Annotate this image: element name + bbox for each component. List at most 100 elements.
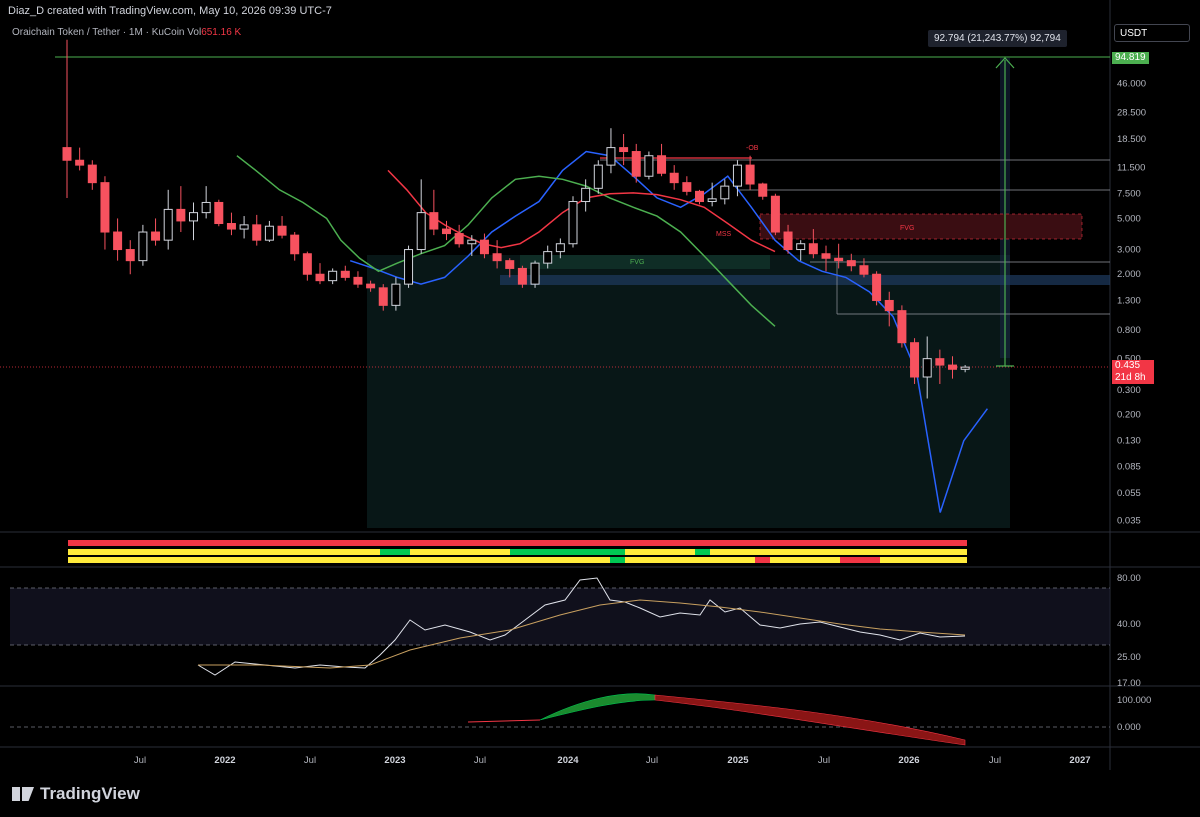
price-axis-label: 1.300: [1117, 295, 1141, 306]
price-axis-label: 0.035: [1117, 516, 1141, 527]
status-bar-segment: [625, 549, 695, 555]
candle-body: [176, 208, 186, 222]
candle-body: [404, 249, 414, 285]
candle: [872, 271, 882, 306]
ob-label: -OB: [746, 145, 759, 152]
candle-body: [935, 358, 945, 366]
candle: [189, 202, 198, 241]
candle: [176, 186, 186, 233]
candle-body: [948, 364, 957, 370]
high-price-tag: 94.819: [1112, 52, 1149, 64]
candle: [732, 160, 742, 197]
candle: [252, 214, 262, 246]
last-price-tag: 0.435 21d 8h: [1112, 360, 1154, 384]
candle-body: [555, 243, 565, 253]
candle-body: [859, 265, 869, 275]
last-price-value: 0.435: [1115, 360, 1141, 371]
price-axis-label: 2.000: [1117, 269, 1141, 280]
candle-body: [922, 358, 932, 378]
candle: [758, 182, 768, 200]
volume-value: 651.16 K: [201, 27, 242, 38]
candle-body: [505, 260, 515, 269]
price-axis-label: 0.200: [1117, 409, 1141, 420]
candle: [517, 265, 527, 288]
status-bar-segment: [710, 549, 967, 555]
time-axis-label: Jul: [818, 755, 830, 766]
chart-credit: Diaz_D created with TradingView.com, May…: [8, 5, 332, 17]
candle: [328, 268, 338, 285]
candle-body: [821, 253, 831, 259]
candle: [75, 147, 85, 171]
candle: [125, 240, 135, 275]
candle-body: [846, 260, 856, 267]
candle-body: [138, 231, 148, 262]
candle-body: [201, 201, 211, 214]
tradingview-brand[interactable]: TradingView: [12, 784, 140, 804]
candle-body: [568, 201, 578, 245]
time-axis-label: 2025: [727, 755, 749, 766]
time-axis-label: Jul: [304, 755, 316, 766]
candle-body: [340, 270, 350, 278]
price-chart[interactable]: -OBFVGFVGMSS70.00046.00028.50018.50011.5…: [0, 0, 1200, 817]
price-axis-label: 0.300: [1117, 385, 1141, 396]
candle: [897, 305, 907, 348]
candle: [454, 224, 464, 248]
mss-label: MSS: [716, 231, 732, 238]
rsi-axis-label: 80.00: [1117, 573, 1141, 584]
candle: [682, 176, 692, 196]
candle-body: [416, 212, 426, 251]
candle-body: [593, 164, 603, 189]
candle-body: [328, 270, 338, 282]
candle: [151, 218, 161, 246]
candle-countdown: 21d 8h: [1115, 372, 1146, 383]
osc-axis-label: 0.000: [1117, 722, 1141, 733]
osc-negative-area: [654, 694, 966, 746]
fvg-lower-label: FVG: [630, 259, 644, 266]
candle-body: [302, 253, 312, 275]
status-bar-segment: [410, 549, 510, 555]
osc-signal-line: [467, 719, 541, 723]
status-bar-segment: [695, 549, 710, 555]
status-bar-segment: [68, 557, 610, 563]
candle: [290, 232, 300, 261]
status-bar-segment: [610, 557, 625, 563]
currency-selector[interactable]: USDT: [1114, 24, 1190, 42]
candle: [138, 224, 148, 266]
candle: [315, 263, 325, 285]
candle: [593, 160, 603, 194]
candle: [226, 212, 236, 236]
candle-body: [581, 187, 591, 203]
symbol-legend: Oraichain Token / Tether · 1M · KuCoin V…: [12, 27, 241, 38]
candle-body: [252, 224, 262, 241]
status-bar-segment: [755, 557, 770, 563]
candle-body: [517, 267, 527, 285]
volume-label: Vol: [187, 27, 202, 38]
time-axis-label: 2026: [898, 755, 919, 766]
candle-body: [442, 228, 451, 235]
candle: [163, 189, 173, 250]
candle: [264, 220, 274, 242]
price-axis-label: 0.130: [1117, 436, 1141, 447]
price-axis-label: 0.085: [1117, 462, 1141, 473]
candle-body: [467, 239, 477, 245]
time-axis-label: 2023: [384, 755, 405, 766]
candle-body: [125, 249, 135, 262]
candle-body: [783, 231, 793, 251]
price-axis-label: 0.800: [1117, 325, 1141, 336]
candle: [416, 179, 426, 254]
fvg-lower-zone: [520, 255, 770, 269]
liquidity-zone: [500, 275, 1110, 285]
osc-positive-area: [539, 693, 656, 721]
discount-zone: [367, 255, 1010, 528]
candle: [619, 134, 629, 166]
candle-body: [264, 225, 274, 241]
candle-body: [87, 164, 97, 184]
candle: [644, 151, 654, 180]
candle-body: [226, 223, 236, 230]
tradingview-logo-icon: [12, 787, 34, 801]
candle-body: [62, 147, 72, 161]
candle: [530, 260, 540, 288]
candle-body: [669, 172, 679, 184]
candle: [353, 271, 363, 288]
status-bar-segment: [840, 557, 880, 563]
